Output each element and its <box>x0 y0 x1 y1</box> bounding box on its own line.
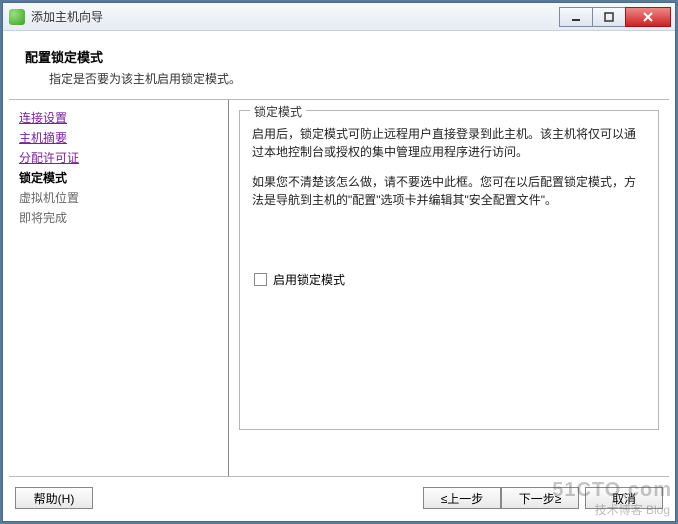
wizard-steps-sidebar: 连接设置 主机摘要 分配许可证 锁定模式 虚拟机位置 即将完成 <box>9 100 229 476</box>
step-ready-to-complete: 即将完成 <box>17 208 228 228</box>
help-button[interactable]: 帮助(H) <box>15 487 93 509</box>
step-assign-license[interactable]: 分配许可证 <box>17 148 228 168</box>
minimize-button[interactable] <box>559 7 593 27</box>
cancel-button[interactable]: 取消 <box>585 487 663 509</box>
window-controls <box>560 7 671 27</box>
wizard-body: 连接设置 主机摘要 分配许可证 锁定模式 虚拟机位置 即将完成 锁定模式 启用后… <box>9 100 669 476</box>
page-subtitle: 指定是否要为该主机启用锁定模式。 <box>49 70 653 87</box>
header-pane: 配置锁定模式 指定是否要为该主机启用锁定模式。 <box>9 37 669 100</box>
step-connection-settings[interactable]: 连接设置 <box>17 108 228 128</box>
wizard-footer: 帮助(H) ≤上一步 下一步≥ 取消 <box>9 476 669 515</box>
lockdown-groupbox: 锁定模式 启用后，锁定模式可防止远程用户直接登录到此主机。该主机将仅可以通过本地… <box>239 110 659 430</box>
maximize-button[interactable] <box>592 7 626 27</box>
back-button[interactable]: ≤上一步 <box>423 487 501 509</box>
step-lockdown-mode: 锁定模式 <box>17 168 228 188</box>
page-title: 配置锁定模式 <box>25 47 653 66</box>
enable-lockdown-row[interactable]: 启用锁定模式 <box>252 271 646 288</box>
description-paragraph-2: 如果您不清楚该怎么做，请不要选中此框。您可在以后配置锁定模式，方法是导航到主机的… <box>252 173 646 209</box>
step-vm-location: 虚拟机位置 <box>17 188 228 208</box>
groupbox-title: 锁定模式 <box>250 103 306 120</box>
enable-lockdown-label: 启用锁定模式 <box>273 271 345 288</box>
app-icon <box>9 9 25 25</box>
description-paragraph-1: 启用后，锁定模式可防止远程用户直接登录到此主机。该主机将仅可以通过本地控制台或授… <box>252 125 646 161</box>
next-button[interactable]: 下一步≥ <box>501 487 579 509</box>
step-host-summary[interactable]: 主机摘要 <box>17 128 228 148</box>
wizard-window: 添加主机向导 配置锁定模式 指定是否要为该主机启用锁定模式。 连接设置 主机摘要… <box>2 2 676 522</box>
wizard-content: 锁定模式 启用后，锁定模式可防止远程用户直接登录到此主机。该主机将仅可以通过本地… <box>229 100 669 476</box>
close-button[interactable] <box>625 7 671 27</box>
window-title: 添加主机向导 <box>31 8 560 25</box>
enable-lockdown-checkbox[interactable] <box>254 273 267 286</box>
titlebar: 添加主机向导 <box>3 3 675 31</box>
